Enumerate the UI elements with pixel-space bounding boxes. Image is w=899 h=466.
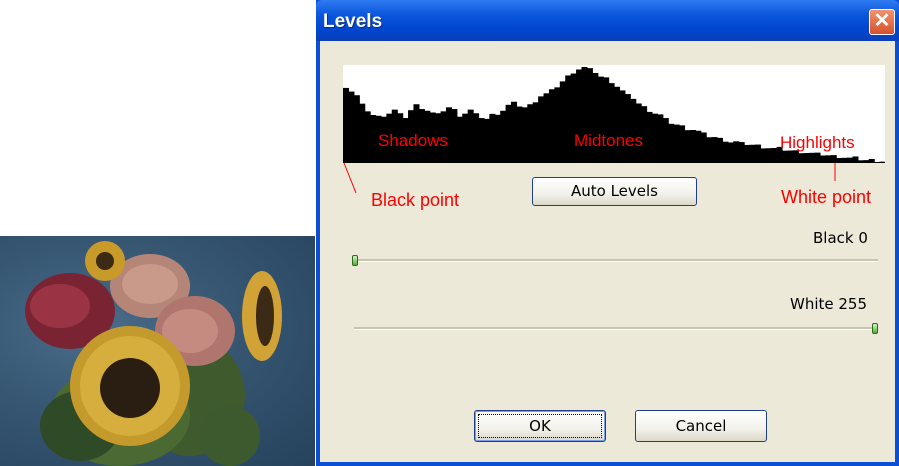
levels-dialog: Levels ✕ Shadows Midtones Highlights Bla…	[316, 0, 899, 466]
histogram-bar	[744, 144, 751, 163]
histogram-bar	[451, 109, 458, 163]
histogram-bar	[554, 87, 561, 163]
histogram-bar	[543, 93, 550, 163]
histogram-bar	[456, 116, 463, 163]
histogram-bar	[722, 141, 729, 163]
histogram-bar	[521, 107, 528, 163]
histogram-bar	[657, 114, 664, 163]
auto-levels-label: Auto Levels	[570, 182, 658, 200]
histogram-bar	[516, 106, 523, 163]
histogram-bar	[819, 155, 826, 163]
histogram-bar	[662, 118, 669, 163]
histogram-bar	[684, 130, 691, 163]
histogram-bar	[364, 111, 371, 163]
histogram-bar	[614, 86, 621, 163]
close-button[interactable]: ✕	[869, 9, 895, 35]
histogram-bar	[749, 144, 756, 163]
histogram-bar	[814, 152, 821, 163]
histogram-bar	[473, 113, 480, 163]
histogram-bar	[651, 113, 658, 163]
histogram-bar	[608, 83, 615, 163]
histogram-bar	[847, 157, 854, 163]
histogram-bar	[754, 144, 761, 163]
histogram-bar	[868, 158, 875, 163]
histogram-bar	[841, 157, 848, 163]
histogram-bar	[863, 160, 870, 163]
histogram-bar	[348, 91, 355, 163]
close-icon: ✕	[873, 10, 891, 32]
histogram-bar	[359, 103, 366, 163]
histogram-bar	[548, 89, 555, 163]
histogram: Shadows Midtones Highlights	[343, 65, 885, 163]
black-slider-thumb[interactable]	[352, 255, 358, 266]
dialog-content: Shadows Midtones Highlights Black point …	[320, 41, 895, 462]
histogram-bar	[494, 114, 501, 163]
histogram-bar	[478, 118, 485, 163]
histogram-bar	[760, 148, 767, 163]
ok-button[interactable]: OK	[474, 410, 606, 442]
histogram-bar	[500, 110, 507, 163]
white-slider-track[interactable]	[354, 327, 878, 330]
black-slider-label: Black 0	[813, 229, 868, 247]
histogram-bar	[619, 90, 626, 163]
histogram-bar	[559, 81, 566, 163]
white-point-pointer	[834, 163, 836, 181]
histogram-bar	[706, 137, 713, 163]
histogram-bar	[852, 156, 859, 163]
histogram-bar	[857, 160, 864, 163]
histogram-bar	[511, 101, 518, 163]
highlights-label: Highlights	[780, 133, 855, 152]
histogram-bar	[711, 137, 718, 163]
black-point-pointer	[343, 162, 357, 194]
histogram-bar	[370, 115, 377, 163]
white-slider-thumb[interactable]	[872, 323, 878, 334]
histogram-bar	[700, 132, 707, 163]
histogram-bar	[343, 87, 350, 163]
histogram-bar	[689, 129, 696, 163]
histogram-bar	[646, 111, 653, 163]
histogram-bar	[727, 142, 734, 163]
histogram-bar	[467, 109, 474, 163]
histogram-bar	[673, 124, 680, 163]
white-slider-label: White 255	[790, 295, 868, 313]
histogram-bar	[798, 153, 805, 163]
shadows-label: Shadows	[378, 131, 448, 150]
histogram-bar	[483, 118, 490, 163]
histogram-bar	[765, 148, 772, 163]
histogram-bar	[809, 152, 816, 163]
histogram-bar	[803, 153, 810, 163]
histogram-bar	[527, 104, 534, 163]
histogram-bar	[695, 130, 702, 163]
histogram-bar	[624, 94, 631, 163]
histogram-bar	[716, 137, 723, 163]
histogram-bar	[505, 104, 512, 163]
black-slider-track[interactable]	[354, 259, 878, 262]
white-point-label: White point	[781, 187, 872, 207]
histogram-bar	[738, 142, 745, 163]
histogram-bar	[874, 162, 881, 163]
flower-photo	[25, 241, 282, 466]
histogram-bar	[771, 148, 778, 163]
histogram-bar	[489, 113, 496, 163]
histogram-bar	[668, 123, 675, 163]
histogram-bar	[565, 75, 572, 163]
histogram-bar	[538, 96, 545, 163]
midtones-label: Midtones	[574, 131, 643, 150]
cancel-button[interactable]: Cancel	[635, 410, 767, 442]
histogram-bar	[462, 113, 469, 163]
histogram-bar	[733, 141, 740, 163]
image-preview	[0, 236, 315, 466]
histogram-bar	[879, 161, 885, 163]
histogram-bar	[679, 125, 686, 163]
black-point-label: Black point	[371, 190, 460, 210]
cancel-label: Cancel	[675, 417, 727, 435]
histogram-bar	[353, 95, 360, 163]
title-bar[interactable]: Levels ✕	[316, 0, 899, 41]
dialog-title: Levels	[323, 11, 383, 32]
histogram-bar	[532, 102, 539, 163]
focus-ring	[478, 414, 602, 438]
auto-levels-button[interactable]: Auto Levels	[532, 177, 697, 206]
